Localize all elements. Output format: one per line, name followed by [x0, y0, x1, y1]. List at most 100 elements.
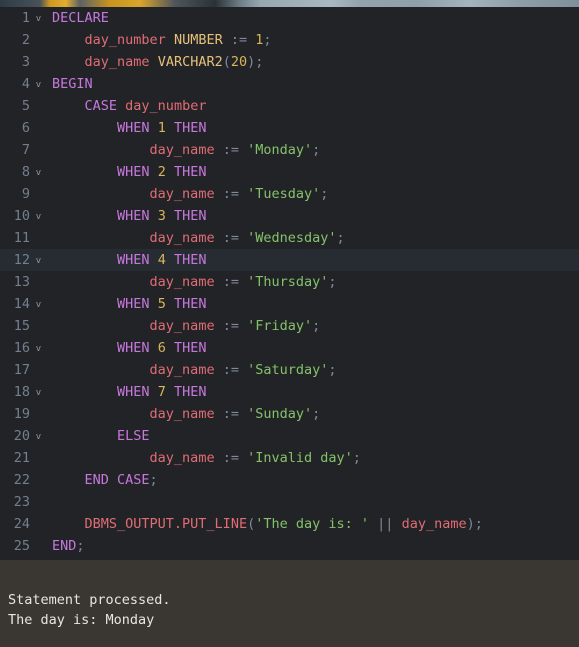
token-id: day_number	[84, 32, 166, 48]
token-op	[150, 54, 158, 70]
sql-code-editor[interactable]: 1 v DECLARE 2 day_number NUMBER := 1; 3 day_…	[0, 7, 579, 560]
code-line[interactable]: 23	[0, 491, 579, 513]
line-number: 1	[21, 10, 30, 26]
code-line[interactable]: 4 v BEGIN	[0, 73, 579, 95]
code-line[interactable]: 12 v WHEN 4 THEN	[0, 249, 579, 271]
line-number: 3	[21, 54, 30, 70]
code-line-text: CASE day_number	[47, 95, 579, 117]
code-line[interactable]: 14 v WHEN 5 THEN	[0, 293, 579, 315]
token-op	[223, 32, 231, 48]
code-fold-chevron-down-icon[interactable]: v	[30, 425, 47, 449]
code-line[interactable]: 19 day_name := 'Sunday';	[0, 403, 579, 425]
code-line-text: WHEN 7 THEN	[47, 381, 579, 403]
token-str: 'Monday'	[247, 142, 313, 158]
token-num: 6	[157, 340, 166, 356]
code-fold-chevron-down-icon[interactable]: v	[30, 205, 47, 229]
code-fold-chevron-down-icon[interactable]: v	[30, 337, 47, 361]
code-fold-chevron-down-icon[interactable]: v	[30, 249, 47, 273]
token-id: DBMS_OUTPUT.PUT_LINE	[84, 516, 248, 532]
code-line[interactable]: 20 v ELSE	[0, 425, 579, 447]
code-line[interactable]: 15 day_name := 'Friday';	[0, 315, 579, 337]
code-line-text: DBMS_OUTPUT.PUT_LINE('The day is: ' || d…	[47, 513, 579, 535]
code-line-text: WHEN 3 THEN	[47, 205, 579, 227]
token-id: day_name	[149, 186, 215, 202]
line-number: 10	[13, 208, 30, 224]
line-number: 25	[13, 538, 30, 554]
token-op	[150, 120, 158, 136]
code-line[interactable]: 11 day_name := 'Wednesday';	[0, 227, 579, 249]
code-fold-chevron-down-icon[interactable]: v	[30, 73, 47, 97]
code-line-text: day_name := 'Invalid day';	[47, 447, 579, 469]
line-number: 21	[13, 450, 30, 466]
token-op	[52, 208, 117, 224]
output-line: The day is: Monday	[8, 612, 155, 628]
code-line[interactable]: 25 END;	[0, 535, 579, 557]
token-op	[215, 318, 223, 334]
token-op	[52, 164, 117, 180]
token-op	[52, 120, 117, 136]
line-number: 11	[13, 230, 30, 246]
token-op	[166, 120, 174, 136]
code-line-text: day_name VARCHAR2(20);	[47, 51, 579, 73]
token-op: :=	[222, 406, 239, 422]
code-line-text: day_number NUMBER := 1;	[47, 29, 579, 51]
code-fold-chevron-down-icon[interactable]: v	[30, 381, 47, 405]
token-op: ;	[328, 274, 337, 290]
code-fold-chevron-down-icon[interactable]: v	[30, 7, 47, 31]
token-op: ;	[336, 230, 345, 246]
code-line[interactable]: 17 day_name := 'Saturday';	[0, 359, 579, 381]
token-op	[239, 450, 247, 466]
token-op	[150, 208, 158, 224]
code-line[interactable]: 22 END CASE;	[0, 469, 579, 491]
line-number: 2	[21, 32, 30, 48]
token-op	[166, 252, 174, 268]
token-op	[52, 340, 117, 356]
code-line[interactable]: 9 day_name := 'Tuesday';	[0, 183, 579, 205]
token-op: ;	[352, 450, 361, 466]
token-typ: VARCHAR2	[157, 54, 223, 70]
token-id: day_name	[149, 142, 215, 158]
token-id: day_name	[84, 54, 150, 70]
token-op: :=	[222, 450, 239, 466]
token-id: day_number	[125, 98, 207, 114]
code-line[interactable]: 6 WHEN 1 THEN	[0, 117, 579, 139]
code-line-text: WHEN 1 THEN	[47, 117, 579, 139]
token-op: );	[466, 516, 483, 532]
code-line-text: END;	[47, 535, 579, 557]
code-fold-chevron-down-icon[interactable]: v	[30, 161, 47, 185]
code-line[interactable]: 16 v WHEN 6 THEN	[0, 337, 579, 359]
token-op	[52, 186, 150, 202]
code-line[interactable]: 2 day_number NUMBER := 1;	[0, 29, 579, 51]
token-op	[52, 362, 150, 378]
code-line[interactable]: 18 v WHEN 7 THEN	[0, 381, 579, 403]
token-op: :=	[222, 318, 239, 334]
token-str: 'Sunday'	[247, 406, 313, 422]
token-op: :=	[222, 142, 239, 158]
token-op	[239, 274, 247, 290]
code-line[interactable]: 3 day_name VARCHAR2(20);	[0, 51, 579, 73]
code-line[interactable]: 8v WHEN 2 THEN	[0, 161, 579, 183]
token-op: ;	[312, 142, 321, 158]
token-kw: WHEN	[117, 384, 150, 400]
code-line[interactable]: 1 v DECLARE	[0, 7, 579, 29]
line-number: 18	[13, 384, 30, 400]
token-op	[166, 384, 174, 400]
code-line[interactable]: 10 v WHEN 3 THEN	[0, 205, 579, 227]
token-kw: WHEN	[117, 120, 150, 136]
line-number: 23	[13, 494, 30, 510]
code-fold-chevron-down-icon[interactable]: v	[30, 293, 47, 317]
scrolled-banner-image-sliver	[0, 0, 579, 7]
token-op	[52, 472, 85, 488]
code-line[interactable]: 21 day_name := 'Invalid day';	[0, 447, 579, 469]
token-op	[52, 32, 85, 48]
line-number: 5	[21, 98, 30, 114]
token-op: ||	[377, 516, 394, 532]
code-line[interactable]: 5 CASE day_number	[0, 95, 579, 117]
code-line[interactable]: 24 DBMS_OUTPUT.PUT_LINE('The day is: ' |…	[0, 513, 579, 535]
code-line[interactable]: 13 day_name := 'Thursday';	[0, 271, 579, 293]
code-line[interactable]: 7 day_name := 'Monday';	[0, 139, 579, 161]
token-op: );	[247, 54, 264, 70]
token-id: day_name	[149, 274, 215, 290]
token-kw: WHEN	[117, 208, 150, 224]
token-op	[239, 318, 247, 334]
